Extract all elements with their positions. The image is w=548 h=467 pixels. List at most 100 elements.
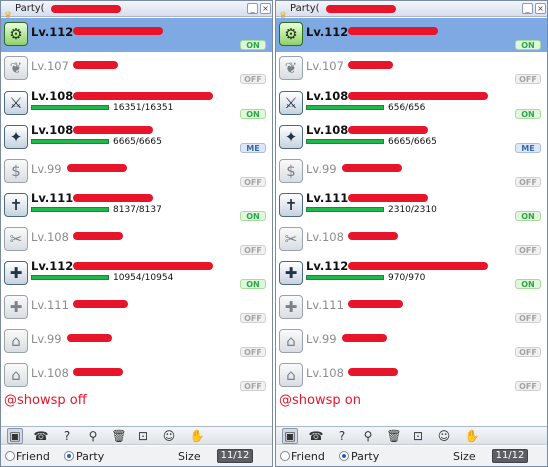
merchant-icon: $ [279, 159, 303, 183]
member-level: Lv.112 [31, 25, 74, 39]
mechanic-icon: ⚙ [4, 22, 28, 46]
party-settings-icon[interactable]: ✋ [189, 428, 205, 444]
party-member-row[interactable]: ✂ Lv.108 OFF [1, 223, 272, 257]
title-bar[interactable]: Party( _ × [1, 1, 272, 17]
status-badge: ON [515, 211, 541, 221]
status-badge: ME [240, 143, 266, 153]
member-level: Lv.108 [306, 230, 344, 244]
member-level: Lv.108 [31, 366, 69, 380]
trash-icon[interactable]: 🗑 [111, 428, 127, 444]
party-member-row[interactable]: ✦ Lv.108 6665/6665 ME [276, 121, 547, 155]
party-toolbar: ▣ ☎? ⚲ 🗑 ⊡ ☺+ ✋ [1, 426, 272, 459]
status-badge: ON [240, 211, 266, 221]
ranger-icon: ✚ [279, 261, 303, 285]
status-badge: ON [240, 109, 266, 119]
member-level: Lv.112 [306, 259, 349, 273]
party-radio-label[interactable]: Party [76, 450, 104, 463]
minimize-button[interactable]: _ [522, 3, 533, 14]
hp-text: 970/970 [388, 273, 426, 283]
help-icon[interactable]: ? [59, 428, 75, 444]
status-badge: OFF [240, 177, 266, 187]
party-member-row[interactable]: ⚙ Lv.112 ON [1, 18, 272, 52]
friend-radio-label[interactable]: Friend [291, 450, 325, 463]
mechanic-icon: ⚙ [279, 22, 303, 46]
search-icon[interactable]: ⚲ [85, 428, 101, 444]
redacted-member-name [342, 164, 402, 172]
hp-bar [31, 275, 109, 280]
hp-bar [306, 207, 384, 212]
redacted-member-name [73, 232, 123, 240]
close-button[interactable]: × [260, 3, 271, 14]
novice-icon: ⌂ [4, 329, 28, 353]
window-title: Party( [15, 3, 45, 14]
party-member-row[interactable]: ⌂ Lv.108 OFF [276, 359, 547, 393]
party-member-row[interactable]: ❦ Lv.107 OFF [276, 52, 547, 86]
member-level: Lv.108 [306, 89, 349, 103]
party-radio[interactable] [339, 451, 349, 461]
status-badge: OFF [515, 381, 541, 391]
shadow-chaser-icon: ✚ [4, 295, 28, 319]
member-level: Lv.107 [306, 59, 344, 73]
party-member-row[interactable]: ✚ Lv.112 10954/10954 ON [1, 257, 272, 291]
redacted-member-name [73, 194, 153, 202]
lock-icon[interactable]: ⊡ [410, 428, 426, 444]
member-level: Lv.108 [306, 123, 349, 137]
sorcerer-icon: ✦ [279, 125, 303, 149]
party-leader-crown-icon: ♛ [279, 11, 288, 21]
redacted-member-name [73, 27, 163, 35]
friend-radio-label[interactable]: Friend [16, 450, 50, 463]
friend-radio[interactable] [5, 451, 15, 461]
member-level: Lv.111 [31, 191, 74, 205]
party-member-row[interactable]: ✂ Lv.108 OFF [276, 223, 547, 257]
chat-bubble-icon[interactable]: ☎ [308, 428, 324, 444]
add-member-icon[interactable]: ☺+ [436, 428, 452, 459]
member-level: Lv.111 [31, 298, 69, 312]
minimize-button[interactable]: _ [247, 3, 258, 14]
close-button[interactable]: × [535, 3, 546, 14]
hp-bar [306, 105, 384, 110]
party-member-row[interactable]: ⚔ Lv.108 16351/16351 ON [1, 87, 272, 121]
hp-bar [306, 275, 384, 280]
party-radio-label[interactable]: Party [351, 450, 379, 463]
search-icon[interactable]: ⚲ [360, 428, 376, 444]
footer-bar: Friend Party Size 11/12 [276, 446, 547, 466]
member-list: ⚙ Lv.112 ON ❦ Lv.107 OFF ⚔ Lv.108 16351/16351 ON ✦… [1, 18, 272, 408]
ranger-icon: ✚ [4, 261, 28, 285]
redacted-member-name [348, 300, 403, 308]
party-member-row[interactable]: ✝ Lv.111 2310/2310 ON [276, 189, 547, 223]
chat-bubble-icon[interactable]: ☎ [33, 428, 49, 444]
friend-radio[interactable] [280, 451, 290, 461]
add-member-icon[interactable]: ☺+ [161, 428, 177, 459]
party-member-row[interactable]: ⚙ Lv.112 ON [276, 18, 547, 52]
help-icon[interactable]: ? [334, 428, 350, 444]
title-bar[interactable]: Party( _ × [276, 1, 547, 17]
member-level: Lv.111 [306, 298, 344, 312]
party-member-row[interactable]: $ Lv.99 OFF [276, 155, 547, 189]
redacted-member-name [73, 262, 213, 270]
redacted-member-name [73, 126, 153, 134]
party-settings-icon[interactable]: ✋ [464, 428, 480, 444]
party-member-row[interactable]: ⌂ Lv.99 OFF [1, 325, 272, 359]
party-member-row[interactable]: ✦ Lv.108 6665/6665 ME [1, 121, 272, 155]
party-member-row[interactable]: ✚ Lv.111 OFF [276, 291, 547, 325]
caption-text: @showsp on [279, 393, 361, 408]
arch-bishop-icon: ✝ [4, 193, 28, 217]
lock-icon[interactable]: ⊡ [135, 428, 151, 444]
party-member-row[interactable]: ⌂ Lv.99 OFF [276, 325, 547, 359]
party-member-row[interactable]: ⌂ Lv.108 OFF [1, 359, 272, 393]
party-member-row[interactable]: ✚ Lv.111 OFF [1, 291, 272, 325]
trash-icon[interactable]: 🗑 [386, 428, 402, 444]
party-member-row[interactable]: ❦ Lv.107 OFF [1, 52, 272, 86]
party-window-icon[interactable]: ▣ [7, 428, 23, 444]
status-badge: ON [515, 109, 541, 119]
member-level: Lv.112 [306, 25, 349, 39]
party-window-left: Party( _ × ♛ ⚙ Lv.112 ON ❦ Lv.107 OFF ⚔ Lv.108 1… [0, 0, 273, 467]
party-radio[interactable] [64, 451, 74, 461]
party-window-icon[interactable]: ▣ [282, 428, 298, 444]
party-member-row[interactable]: ✝ Lv.111 8137/8137 ON [1, 189, 272, 223]
party-member-row[interactable]: $ Lv.99 OFF [1, 155, 272, 189]
party-member-row[interactable]: ⚔ Lv.108 656/656 ON [276, 87, 547, 121]
party-member-row[interactable]: ✚ Lv.112 970/970 ON [276, 257, 547, 291]
redacted-member-name [348, 61, 393, 69]
member-level: Lv.108 [31, 230, 69, 244]
